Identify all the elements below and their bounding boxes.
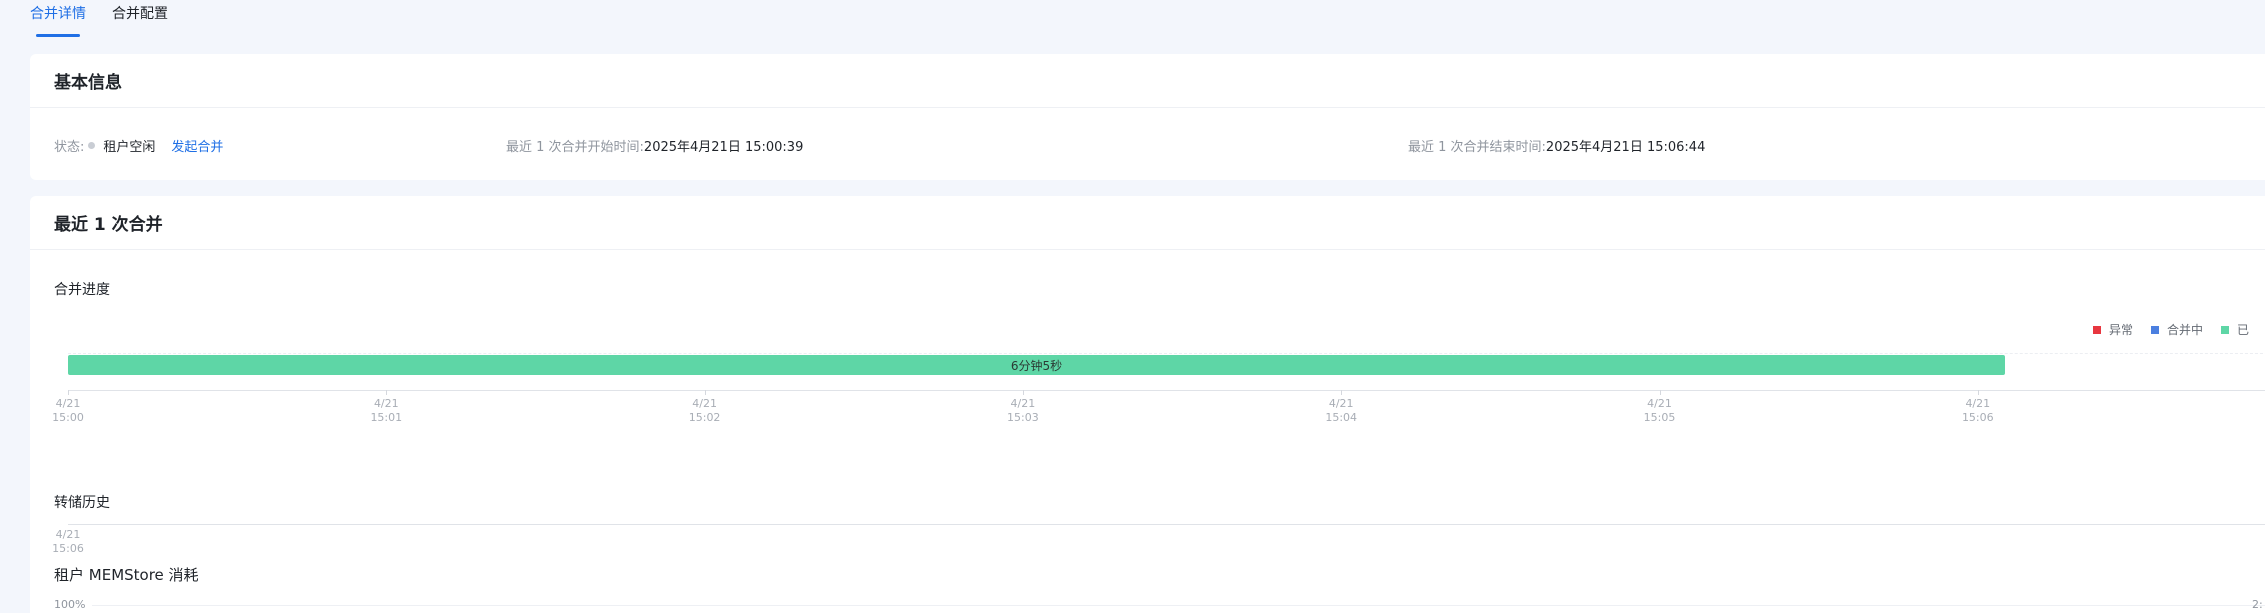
start-time-field: 最近 1 次合并开始时间: 2025年4月21日 15:00:39 <box>506 136 803 155</box>
progress-axis-tick-mark <box>1977 390 1979 395</box>
legend-item-error[interactable]: 异常 <box>2093 321 2133 338</box>
start-time-value: 2025年4月21日 15:00:39 <box>643 140 804 155</box>
tab-merge-config[interactable]: 合并配置 <box>112 0 168 36</box>
progress-tick-time: 15:04 <box>1325 411 1358 424</box>
progress-axis-tick: 4/21 15:03 <box>1003 397 1043 425</box>
recent-merge-title: 最近 1 次合并 <box>54 215 163 235</box>
progress-axis-tick-mark <box>68 390 69 395</box>
progress-axis-tick: 4/21 15:04 <box>1321 397 1361 425</box>
memstore-y-axis-top: 100% <box>54 598 86 611</box>
progress-tick-date: 4/21 <box>1965 397 1991 410</box>
progress-axis-tick: 4/21 15:05 <box>1640 397 1680 425</box>
legend-swatch-error <box>2093 325 2101 334</box>
progress-tick-date: 4/21 <box>1010 397 1036 410</box>
recent-merge-header: 最近 1 次合并 <box>30 196 2265 250</box>
progress-axis-tick-mark <box>1659 390 1661 395</box>
tab-bar: 合并详情 合并配置 <box>30 0 168 37</box>
progress-axis-tick-mark <box>1022 390 1024 395</box>
legend-label-error: 异常 <box>2109 323 2134 337</box>
end-time-label: 最近 1 次合并结束时间: <box>1408 140 1546 155</box>
progress-tick-time: 15:06 <box>1961 411 1994 424</box>
progress-tick-time: 15:02 <box>688 411 721 424</box>
legend-item-done[interactable]: 已 <box>2221 321 2249 338</box>
legend-swatch-done <box>2221 325 2230 334</box>
history-tick-time: 15:06 <box>52 542 84 555</box>
basic-info-card: 基本信息 状态: 租户空闲 发起合并 最近 1 次合并开始时间: 2025年4月… <box>30 54 2265 180</box>
status-field: 状态: 租户空闲 发起合并 <box>54 136 223 155</box>
basic-info-title: 基本信息 <box>54 73 122 93</box>
recent-merge-card: 最近 1 次合并 合并进度 异常 合并中 已 6分钟5秒 4/21 15:00 4/… <box>30 196 2265 613</box>
progress-tick-date: 4/21 <box>1328 397 1354 410</box>
end-time-value: 2025年4月21日 15:06:44 <box>1545 140 1706 155</box>
legend-item-merging[interactable]: 合并中 <box>2151 321 2203 338</box>
progress-tick-date: 4/21 <box>1647 397 1672 410</box>
progress-tick-date: 4/21 <box>55 397 81 410</box>
legend-label-merging: 合并中 <box>2167 323 2204 337</box>
memstore-right-value: 2: <box>2252 598 2263 611</box>
progress-legend: 异常 合并中 已 <box>2093 321 2249 338</box>
progress-axis-tick: 4/21 15:01 <box>366 397 406 425</box>
progress-axis-tick: 4/21 15:00 <box>48 397 88 425</box>
status-value: 租户空闲 <box>103 140 156 155</box>
progress-axis-tick-mark <box>386 390 388 395</box>
start-merge-button[interactable]: 发起合并 <box>171 136 223 155</box>
merge-progress-label: 合并进度 <box>54 282 110 298</box>
progress-axis-tick: 4/21 15:06 <box>1958 397 1998 425</box>
status-dot-icon <box>88 142 96 149</box>
progress-tick-time: 15:01 <box>370 411 403 424</box>
progress-axis-tick-mark <box>1341 390 1343 395</box>
progress-tick-time: 15:05 <box>1643 411 1676 424</box>
progress-axis-tick-mark <box>704 390 706 395</box>
progress-tick-time: 15:00 <box>52 411 84 424</box>
history-axis <box>68 524 2265 525</box>
progress-track <box>68 353 2265 354</box>
merge-progress-bar[interactable]: 6分钟5秒 <box>68 355 2005 375</box>
status-label: 状态: <box>54 140 85 155</box>
progress-axis <box>68 390 2265 391</box>
legend-label-done: 已 <box>2237 323 2250 337</box>
memstore-usage-label: 租户 MEMStore 消耗 <box>54 566 199 584</box>
tab-merge-details[interactable]: 合并详情 <box>30 0 86 37</box>
history-axis-tick: 4/21 15:06 <box>48 528 88 556</box>
progress-axis-tick: 4/21 15:02 <box>685 397 725 425</box>
history-tick-date: 4/21 <box>55 528 81 541</box>
progress-tick-date: 4/21 <box>692 397 717 410</box>
progress-tick-time: 15:03 <box>1007 411 1039 424</box>
memstore-gridline <box>92 605 2265 606</box>
basic-info-header: 基本信息 <box>30 54 2265 108</box>
progress-tick-date: 4/21 <box>373 397 399 410</box>
end-time-field: 最近 1 次合并结束时间: 2025年4月21日 15:06:44 <box>1408 136 1705 155</box>
legend-swatch-merging <box>2151 325 2160 334</box>
start-time-label: 最近 1 次合并开始时间: <box>506 140 644 155</box>
dump-history-label: 转储历史 <box>54 495 110 511</box>
